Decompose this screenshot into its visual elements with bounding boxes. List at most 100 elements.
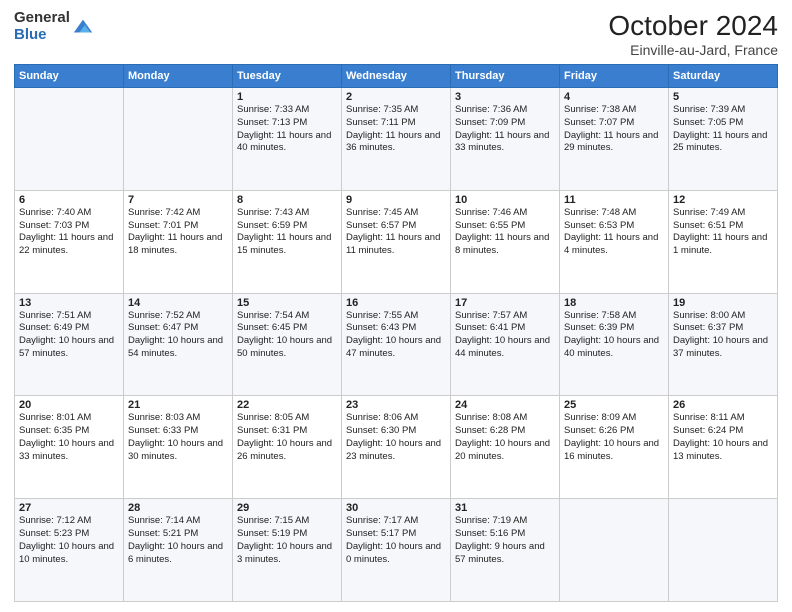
day-number: 18 xyxy=(564,297,664,309)
day-info: Sunrise: 8:01 AM Sunset: 6:35 PM Dayligh… xyxy=(19,412,119,463)
calendar-header-row: Sunday Monday Tuesday Wednesday Thursday… xyxy=(15,65,778,88)
day-info: Sunrise: 8:00 AM Sunset: 6:37 PM Dayligh… xyxy=(673,310,773,361)
day-info: Sunrise: 7:14 AM Sunset: 5:21 PM Dayligh… xyxy=(128,515,228,566)
day-number: 30 xyxy=(346,502,446,514)
calendar-cell: 14Sunrise: 7:52 AM Sunset: 6:47 PM Dayli… xyxy=(124,293,233,396)
page: General Blue October 2024 Einville-au-Ja… xyxy=(0,0,792,612)
day-info: Sunrise: 7:43 AM Sunset: 6:59 PM Dayligh… xyxy=(237,207,337,258)
col-friday: Friday xyxy=(560,65,669,88)
calendar-week-4: 20Sunrise: 8:01 AM Sunset: 6:35 PM Dayli… xyxy=(15,396,778,499)
day-info: Sunrise: 7:52 AM Sunset: 6:47 PM Dayligh… xyxy=(128,310,228,361)
calendar-cell: 24Sunrise: 8:08 AM Sunset: 6:28 PM Dayli… xyxy=(451,396,560,499)
calendar-cell: 16Sunrise: 7:55 AM Sunset: 6:43 PM Dayli… xyxy=(342,293,451,396)
calendar-cell: 11Sunrise: 7:48 AM Sunset: 6:53 PM Dayli… xyxy=(560,190,669,293)
logo: General Blue xyxy=(14,10,94,43)
day-info: Sunrise: 8:11 AM Sunset: 6:24 PM Dayligh… xyxy=(673,412,773,463)
day-info: Sunrise: 7:48 AM Sunset: 6:53 PM Dayligh… xyxy=(564,207,664,258)
day-info: Sunrise: 8:09 AM Sunset: 6:26 PM Dayligh… xyxy=(564,412,664,463)
day-info: Sunrise: 8:05 AM Sunset: 6:31 PM Dayligh… xyxy=(237,412,337,463)
day-info: Sunrise: 7:17 AM Sunset: 5:17 PM Dayligh… xyxy=(346,515,446,566)
calendar-cell: 31Sunrise: 7:19 AM Sunset: 5:16 PM Dayli… xyxy=(451,499,560,602)
day-info: Sunrise: 7:54 AM Sunset: 6:45 PM Dayligh… xyxy=(237,310,337,361)
calendar-cell: 13Sunrise: 7:51 AM Sunset: 6:49 PM Dayli… xyxy=(15,293,124,396)
day-info: Sunrise: 7:38 AM Sunset: 7:07 PM Dayligh… xyxy=(564,104,664,155)
day-number: 22 xyxy=(237,399,337,411)
day-info: Sunrise: 7:19 AM Sunset: 5:16 PM Dayligh… xyxy=(455,515,555,566)
logo-text: General Blue xyxy=(14,10,70,43)
calendar-cell: 29Sunrise: 7:15 AM Sunset: 5:19 PM Dayli… xyxy=(233,499,342,602)
day-info: Sunrise: 8:03 AM Sunset: 6:33 PM Dayligh… xyxy=(128,412,228,463)
calendar-cell: 26Sunrise: 8:11 AM Sunset: 6:24 PM Dayli… xyxy=(669,396,778,499)
col-thursday: Thursday xyxy=(451,65,560,88)
day-number: 26 xyxy=(673,399,773,411)
calendar-cell: 1Sunrise: 7:33 AM Sunset: 7:13 PM Daylig… xyxy=(233,88,342,191)
day-info: Sunrise: 8:06 AM Sunset: 6:30 PM Dayligh… xyxy=(346,412,446,463)
calendar-cell: 25Sunrise: 8:09 AM Sunset: 6:26 PM Dayli… xyxy=(560,396,669,499)
day-number: 5 xyxy=(673,91,773,103)
calendar-cell: 23Sunrise: 8:06 AM Sunset: 6:30 PM Dayli… xyxy=(342,396,451,499)
col-wednesday: Wednesday xyxy=(342,65,451,88)
day-info: Sunrise: 7:58 AM Sunset: 6:39 PM Dayligh… xyxy=(564,310,664,361)
day-info: Sunrise: 7:39 AM Sunset: 7:05 PM Dayligh… xyxy=(673,104,773,155)
day-number: 25 xyxy=(564,399,664,411)
calendar-week-3: 13Sunrise: 7:51 AM Sunset: 6:49 PM Dayli… xyxy=(15,293,778,396)
day-number: 17 xyxy=(455,297,555,309)
day-info: Sunrise: 7:51 AM Sunset: 6:49 PM Dayligh… xyxy=(19,310,119,361)
col-sunday: Sunday xyxy=(15,65,124,88)
calendar-cell: 8Sunrise: 7:43 AM Sunset: 6:59 PM Daylig… xyxy=(233,190,342,293)
day-number: 4 xyxy=(564,91,664,103)
header: General Blue October 2024 Einville-au-Ja… xyxy=(14,10,778,58)
day-info: Sunrise: 7:42 AM Sunset: 7:01 PM Dayligh… xyxy=(128,207,228,258)
calendar-cell: 30Sunrise: 7:17 AM Sunset: 5:17 PM Dayli… xyxy=(342,499,451,602)
calendar-cell: 22Sunrise: 8:05 AM Sunset: 6:31 PM Dayli… xyxy=(233,396,342,499)
calendar-cell xyxy=(560,499,669,602)
day-number: 6 xyxy=(19,194,119,206)
calendar-cell: 15Sunrise: 7:54 AM Sunset: 6:45 PM Dayli… xyxy=(233,293,342,396)
day-number: 2 xyxy=(346,91,446,103)
day-number: 19 xyxy=(673,297,773,309)
day-number: 15 xyxy=(237,297,337,309)
calendar-week-2: 6Sunrise: 7:40 AM Sunset: 7:03 PM Daylig… xyxy=(15,190,778,293)
day-number: 3 xyxy=(455,91,555,103)
col-monday: Monday xyxy=(124,65,233,88)
calendar-cell: 5Sunrise: 7:39 AM Sunset: 7:05 PM Daylig… xyxy=(669,88,778,191)
calendar-cell: 12Sunrise: 7:49 AM Sunset: 6:51 PM Dayli… xyxy=(669,190,778,293)
calendar-cell: 21Sunrise: 8:03 AM Sunset: 6:33 PM Dayli… xyxy=(124,396,233,499)
logo-general: General xyxy=(14,9,70,26)
calendar-cell: 3Sunrise: 7:36 AM Sunset: 7:09 PM Daylig… xyxy=(451,88,560,191)
day-number: 9 xyxy=(346,194,446,206)
day-info: Sunrise: 7:36 AM Sunset: 7:09 PM Dayligh… xyxy=(455,104,555,155)
day-number: 1 xyxy=(237,91,337,103)
calendar-week-1: 1Sunrise: 7:33 AM Sunset: 7:13 PM Daylig… xyxy=(15,88,778,191)
calendar-cell xyxy=(124,88,233,191)
calendar-cell xyxy=(15,88,124,191)
calendar-cell: 28Sunrise: 7:14 AM Sunset: 5:21 PM Dayli… xyxy=(124,499,233,602)
day-info: Sunrise: 7:35 AM Sunset: 7:11 PM Dayligh… xyxy=(346,104,446,155)
page-title: October 2024 xyxy=(608,10,778,42)
day-number: 21 xyxy=(128,399,228,411)
day-number: 28 xyxy=(128,502,228,514)
calendar-cell: 2Sunrise: 7:35 AM Sunset: 7:11 PM Daylig… xyxy=(342,88,451,191)
day-number: 16 xyxy=(346,297,446,309)
calendar-cell: 17Sunrise: 7:57 AM Sunset: 6:41 PM Dayli… xyxy=(451,293,560,396)
day-info: Sunrise: 8:08 AM Sunset: 6:28 PM Dayligh… xyxy=(455,412,555,463)
calendar-cell: 6Sunrise: 7:40 AM Sunset: 7:03 PM Daylig… xyxy=(15,190,124,293)
day-number: 29 xyxy=(237,502,337,514)
day-info: Sunrise: 7:46 AM Sunset: 6:55 PM Dayligh… xyxy=(455,207,555,258)
day-number: 10 xyxy=(455,194,555,206)
calendar-table: Sunday Monday Tuesday Wednesday Thursday… xyxy=(14,64,778,602)
logo-blue: Blue xyxy=(14,26,47,43)
calendar-week-5: 27Sunrise: 7:12 AM Sunset: 5:23 PM Dayli… xyxy=(15,499,778,602)
calendar-cell: 20Sunrise: 8:01 AM Sunset: 6:35 PM Dayli… xyxy=(15,396,124,499)
day-number: 24 xyxy=(455,399,555,411)
calendar-cell: 9Sunrise: 7:45 AM Sunset: 6:57 PM Daylig… xyxy=(342,190,451,293)
day-number: 31 xyxy=(455,502,555,514)
day-info: Sunrise: 7:49 AM Sunset: 6:51 PM Dayligh… xyxy=(673,207,773,258)
calendar-cell: 19Sunrise: 8:00 AM Sunset: 6:37 PM Dayli… xyxy=(669,293,778,396)
day-info: Sunrise: 7:33 AM Sunset: 7:13 PM Dayligh… xyxy=(237,104,337,155)
calendar-cell: 18Sunrise: 7:58 AM Sunset: 6:39 PM Dayli… xyxy=(560,293,669,396)
day-info: Sunrise: 7:40 AM Sunset: 7:03 PM Dayligh… xyxy=(19,207,119,258)
day-number: 12 xyxy=(673,194,773,206)
day-number: 27 xyxy=(19,502,119,514)
day-info: Sunrise: 7:57 AM Sunset: 6:41 PM Dayligh… xyxy=(455,310,555,361)
